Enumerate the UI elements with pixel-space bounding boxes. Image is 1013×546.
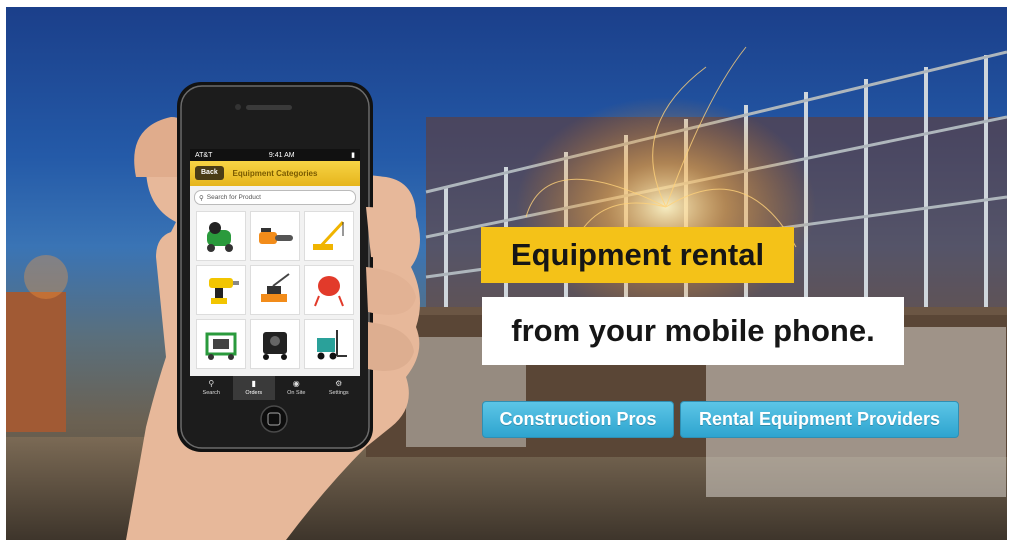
phone-tab-bar: ⚲ Search ▮ Orders ◉ On Site ⚙ Settings (190, 376, 360, 400)
search-icon: ⚲ (208, 379, 215, 388)
headline-mobile-phone: from your mobile phone. (482, 297, 904, 365)
plate-compactor-icon (261, 273, 290, 302)
cordless-drill-icon (209, 278, 239, 304)
construction-pros-button[interactable]: Construction Pros (482, 401, 674, 438)
clock-label: 9:41 AM (268, 151, 295, 159)
generator-icon (205, 332, 237, 360)
carrier-label: AT&T (195, 151, 213, 159)
equipment-category-grid (190, 208, 360, 372)
rental-equipment-providers-button[interactable]: Rental Equipment Providers (680, 401, 959, 438)
category-chainsaw[interactable] (250, 211, 300, 261)
clipboard-icon: ▮ (251, 379, 256, 388)
category-cement-mixer[interactable] (304, 265, 354, 315)
gear-icon: ⚙ (335, 379, 343, 388)
tab-orders[interactable]: ▮ Orders (232, 376, 275, 400)
tab-settings[interactable]: ⚙ Settings (318, 376, 361, 400)
category-crane[interactable] (304, 211, 354, 261)
category-cordless-drill[interactable] (196, 265, 246, 315)
location-pin-icon: ◉ (292, 379, 300, 388)
category-plate-compactor[interactable] (250, 265, 300, 315)
search-icon: ⚲ (199, 194, 204, 202)
tab-on-site[interactable]: ◉ On Site (275, 376, 318, 400)
phone-screen: AT&T 9:41 AM ▮ Back Equipment Categories… (190, 149, 360, 399)
battery-icon: ▮ (351, 152, 355, 159)
hero-banner: AT&T 9:41 AM ▮ Back Equipment Categories… (6, 7, 1007, 540)
forklift-icon (317, 330, 347, 360)
app-title-bar: Back Equipment Categories (190, 161, 360, 186)
category-forklift[interactable] (304, 319, 354, 369)
category-air-compressor[interactable] (196, 211, 246, 261)
tab-search[interactable]: ⚲ Search (190, 376, 233, 400)
category-pressure-washer[interactable] (250, 319, 300, 369)
back-button[interactable]: Back (195, 166, 224, 180)
pressure-washer-icon (263, 332, 287, 360)
cement-mixer-icon (314, 276, 344, 307)
product-search-input[interactable]: ⚲ Search for Product (194, 190, 356, 205)
crane-icon (313, 220, 345, 250)
chainsaw-icon (259, 228, 293, 244)
category-generator[interactable] (196, 319, 246, 369)
search-placeholder: Search for Product (206, 194, 261, 201)
headline-equipment-rental: Equipment rental (481, 227, 794, 283)
air-compressor-icon (207, 222, 233, 252)
phone-status-bar: AT&T 9:41 AM ▮ (190, 149, 360, 161)
